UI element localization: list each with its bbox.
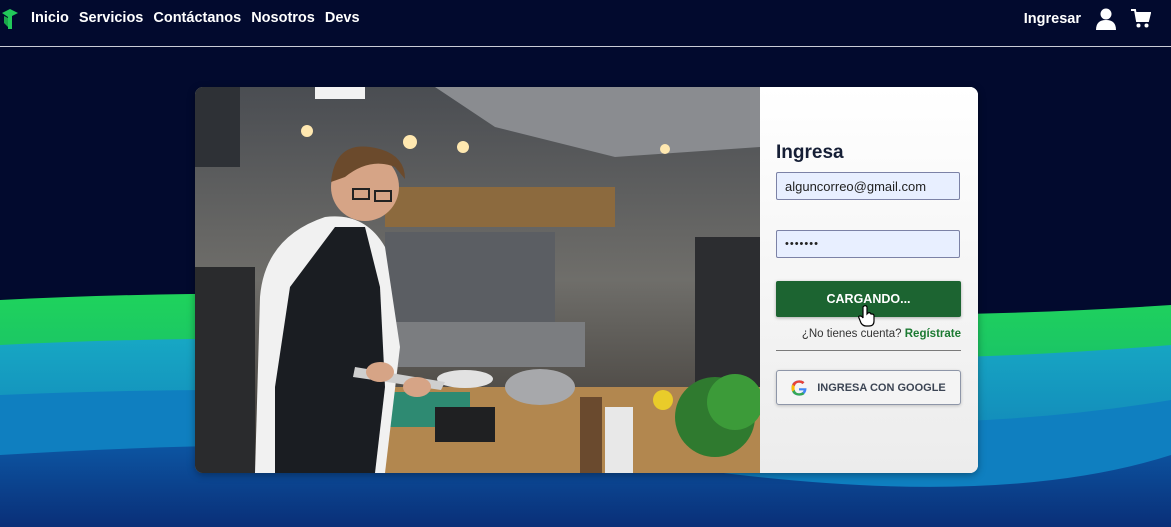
password-field[interactable]	[776, 230, 960, 258]
nav-links: Inicio Servicios Contáctanos Nosotros De…	[31, 10, 360, 26]
nav-link-inicio[interactable]: Inicio	[31, 10, 69, 26]
hand-cursor-icon	[858, 305, 875, 327]
kitchen-chef-photo	[195, 87, 760, 473]
top-navbar: Inicio Servicios Contáctanos Nosotros De…	[0, 0, 1171, 47]
nav-right: Ingresar	[1024, 8, 1151, 30]
nav-link-contactanos[interactable]: Contáctanos	[153, 10, 241, 26]
email-field[interactable]	[776, 172, 960, 200]
login-link[interactable]: Ingresar	[1024, 11, 1081, 27]
google-button-label: INGRESA CON GOOGLE	[817, 381, 946, 394]
login-panel: Ingresa CARGANDO... ¿No tienes cuenta? R…	[760, 87, 978, 473]
nav-link-devs[interactable]: Devs	[325, 10, 360, 26]
signup-row: ¿No tienes cuenta? Regístrate	[802, 328, 961, 340]
login-title: Ingresa	[776, 142, 844, 163]
nav-link-servicios[interactable]: Servicios	[79, 10, 144, 26]
google-login-button[interactable]: INGRESA CON GOOGLE	[776, 370, 961, 405]
nav-link-nosotros[interactable]: Nosotros	[251, 10, 315, 26]
cart-icon[interactable]	[1131, 9, 1151, 29]
signup-link[interactable]: Regístrate	[905, 328, 961, 340]
login-card: Ingresa CARGANDO... ¿No tienes cuenta? R…	[195, 87, 978, 473]
divider	[776, 350, 961, 351]
google-icon	[791, 379, 807, 396]
user-icon[interactable]	[1096, 8, 1116, 30]
brand-logo-icon[interactable]	[0, 7, 20, 31]
signup-prompt: ¿No tienes cuenta?	[801, 328, 902, 340]
